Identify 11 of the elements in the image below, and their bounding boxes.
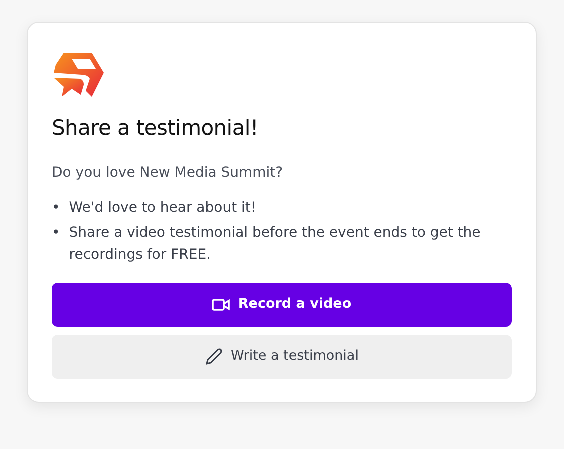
video-camera-icon xyxy=(212,298,230,312)
pencil-icon xyxy=(205,348,224,366)
record-video-button[interactable]: Record a video xyxy=(52,282,512,327)
bullet-text: We'd love to hear about it! xyxy=(69,198,257,218)
bullet-text: Share a video testimonial before the event ends to get the recordings for FREE. xyxy=(69,224,482,265)
question-text: Do you love New Media Summit? xyxy=(52,164,284,182)
bullet-marker: • xyxy=(52,224,60,244)
card-title: Share a testimonial! xyxy=(52,115,260,142)
logo-icon xyxy=(52,51,104,99)
bullet-marker: • xyxy=(52,198,60,218)
write-testimonial-button[interactable]: Write a testimonial xyxy=(52,334,512,379)
